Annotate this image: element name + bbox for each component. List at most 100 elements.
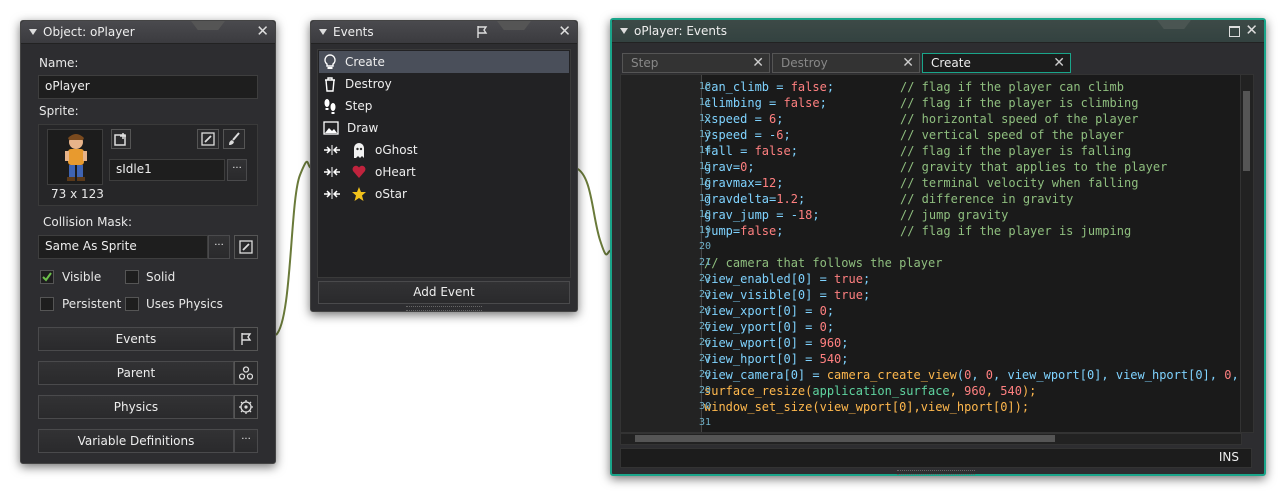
vertical-scrollbar[interactable] [1240, 74, 1254, 433]
solid-checkbox[interactable] [125, 270, 139, 284]
tab-create[interactable]: Create ✕ [922, 53, 1071, 73]
events-icon-button[interactable] [234, 327, 258, 351]
vertical-scrollbar-thumb[interactable] [1243, 91, 1250, 171]
code-text: xspeed = 6; [704, 112, 784, 126]
event-label: Draw [347, 121, 379, 135]
add-event-button[interactable]: Add Event [318, 281, 570, 304]
ghost-icon [354, 143, 364, 158]
line-number: 14 [698, 145, 711, 156]
collapse-triangle-icon[interactable] [319, 29, 327, 35]
code-text: view_camera[0] = camera_create_view(0, 0… [704, 368, 1239, 382]
close-tab-icon[interactable]: ✕ [902, 55, 914, 71]
resize-grip[interactable] [406, 306, 482, 311]
events-button[interactable]: Events [38, 327, 234, 351]
titlebar-notch [191, 21, 225, 30]
event-collision-oheart[interactable]: oHeart [319, 161, 569, 183]
collision-arrows-icon [324, 189, 340, 199]
event-label: oHeart [375, 165, 416, 179]
visible-checkbox[interactable] [40, 270, 54, 284]
line-number: 31 [698, 417, 711, 428]
line-number: 24 [698, 305, 711, 316]
physics-icon-button[interactable] [234, 395, 258, 419]
code-tabs: Step ✕ Destroy ✕ Create ✕ [622, 53, 1262, 73]
event-collision-oghost[interactable]: oGhost [319, 139, 569, 161]
paint-sprite-button[interactable] [223, 129, 245, 149]
event-label: Step [345, 99, 373, 113]
line-number: 18 [698, 209, 711, 220]
event-create[interactable]: Create [319, 51, 569, 73]
persistent-checkbox[interactable] [40, 297, 54, 311]
parent-button[interactable]: Parent [38, 361, 234, 385]
close-icon[interactable]: ✕ [558, 24, 571, 39]
events-window-titlebar[interactable]: Events ✕ [311, 21, 577, 44]
tab-destroy[interactable]: Destroy ✕ [772, 53, 920, 73]
code-text: view_wport[0] = 960; [704, 336, 849, 350]
code-text: view_enabled[0] = true; [704, 272, 871, 286]
code-window: oPlayer: Events ✕ Step ✕ Destroy ✕ Creat… [610, 18, 1266, 476]
code-text: view_yport[0] = 0; [704, 320, 835, 334]
code-text: grav=0; [704, 160, 755, 174]
new-sprite-icon [114, 133, 126, 146]
uses-physics-checkbox[interactable] [125, 297, 139, 311]
code-line: 23 view_visible[0] = true; [621, 287, 1241, 303]
status-bar: INS [620, 448, 1252, 468]
code-line: 31 [621, 415, 1241, 431]
resize-grip[interactable] [897, 470, 975, 475]
physics-button[interactable]: Physics [38, 395, 234, 419]
checkmark-icon [42, 272, 52, 282]
lightbulb-icon [324, 54, 336, 69]
code-text: can_climb = false; [704, 80, 835, 94]
close-tab-icon[interactable]: ✕ [752, 55, 764, 71]
code-text: yspeed = -6; [704, 128, 791, 142]
brush-icon [229, 132, 240, 145]
horizontal-scrollbar[interactable] [620, 433, 1242, 445]
sprite-browse-button[interactable]: ··· [227, 159, 247, 181]
collapse-triangle-icon[interactable] [29, 29, 37, 35]
event-label: Create [345, 55, 385, 69]
sprite-label: Sprite: [39, 104, 79, 118]
sprite-preview[interactable] [47, 129, 103, 185]
code-text: jump=false; [704, 224, 784, 238]
object-window-titlebar[interactable]: Object: oPlayer ✕ [21, 21, 275, 44]
line-number: 23 [698, 289, 711, 300]
titlebar-notch [1157, 20, 1191, 29]
object-window-title: Object: oPlayer [43, 25, 135, 39]
event-destroy[interactable]: Destroy [319, 73, 569, 95]
event-label: oGhost [375, 143, 418, 157]
code-line: 29 surface_resize(application_surface, 96… [621, 383, 1241, 399]
tab-label: Step [631, 56, 659, 70]
line-number: 15 [698, 161, 711, 172]
variable-definitions-button[interactable]: Variable Definitions [38, 429, 234, 453]
maximize-icon[interactable] [1229, 26, 1240, 37]
close-icon[interactable]: ✕ [256, 24, 269, 39]
heart-icon [352, 165, 366, 178]
line-number: 13 [698, 129, 711, 140]
edit-sprite-button[interactable] [197, 129, 219, 149]
collision-mask-select[interactable]: Same As Sprite [38, 235, 208, 259]
collision-mask-browse-button[interactable]: ··· [208, 235, 230, 259]
horizontal-scrollbar-thumb[interactable] [635, 435, 1055, 442]
line-number: 27 [698, 353, 711, 364]
sprite-select[interactable]: sIdle1 [109, 159, 225, 181]
code-text: view_xport[0] = 0; [704, 304, 835, 318]
close-tab-icon[interactable]: ✕ [1053, 55, 1065, 71]
event-draw[interactable]: Draw [319, 117, 569, 139]
collapse-triangle-icon[interactable] [620, 28, 628, 34]
code-window-titlebar[interactable]: oPlayer: Events ✕ [612, 20, 1264, 43]
code-comment: // difference in gravity [900, 192, 1074, 206]
code-lines: 10 can_climb = false; // flag if the playe… [621, 79, 1241, 431]
line-number: 29 [698, 385, 711, 396]
line-number: 16 [698, 177, 711, 188]
new-sprite-button[interactable] [111, 129, 131, 149]
code-window-title: oPlayer: Events [634, 24, 727, 38]
edit-mask-button[interactable] [234, 235, 258, 259]
variable-definitions-more-button[interactable]: ··· [234, 429, 258, 453]
code-line: 10 can_climb = false; // flag if the playe… [621, 79, 1241, 95]
code-editor[interactable]: 10 can_climb = false; // flag if the playe… [620, 74, 1242, 433]
name-input[interactable]: oPlayer [38, 75, 258, 99]
event-step[interactable]: Step [319, 95, 569, 117]
close-icon[interactable]: ✕ [1245, 23, 1258, 38]
event-collision-ostar[interactable]: oStar [319, 183, 569, 205]
tab-step[interactable]: Step ✕ [622, 53, 770, 73]
parent-icon-button[interactable] [234, 361, 258, 385]
